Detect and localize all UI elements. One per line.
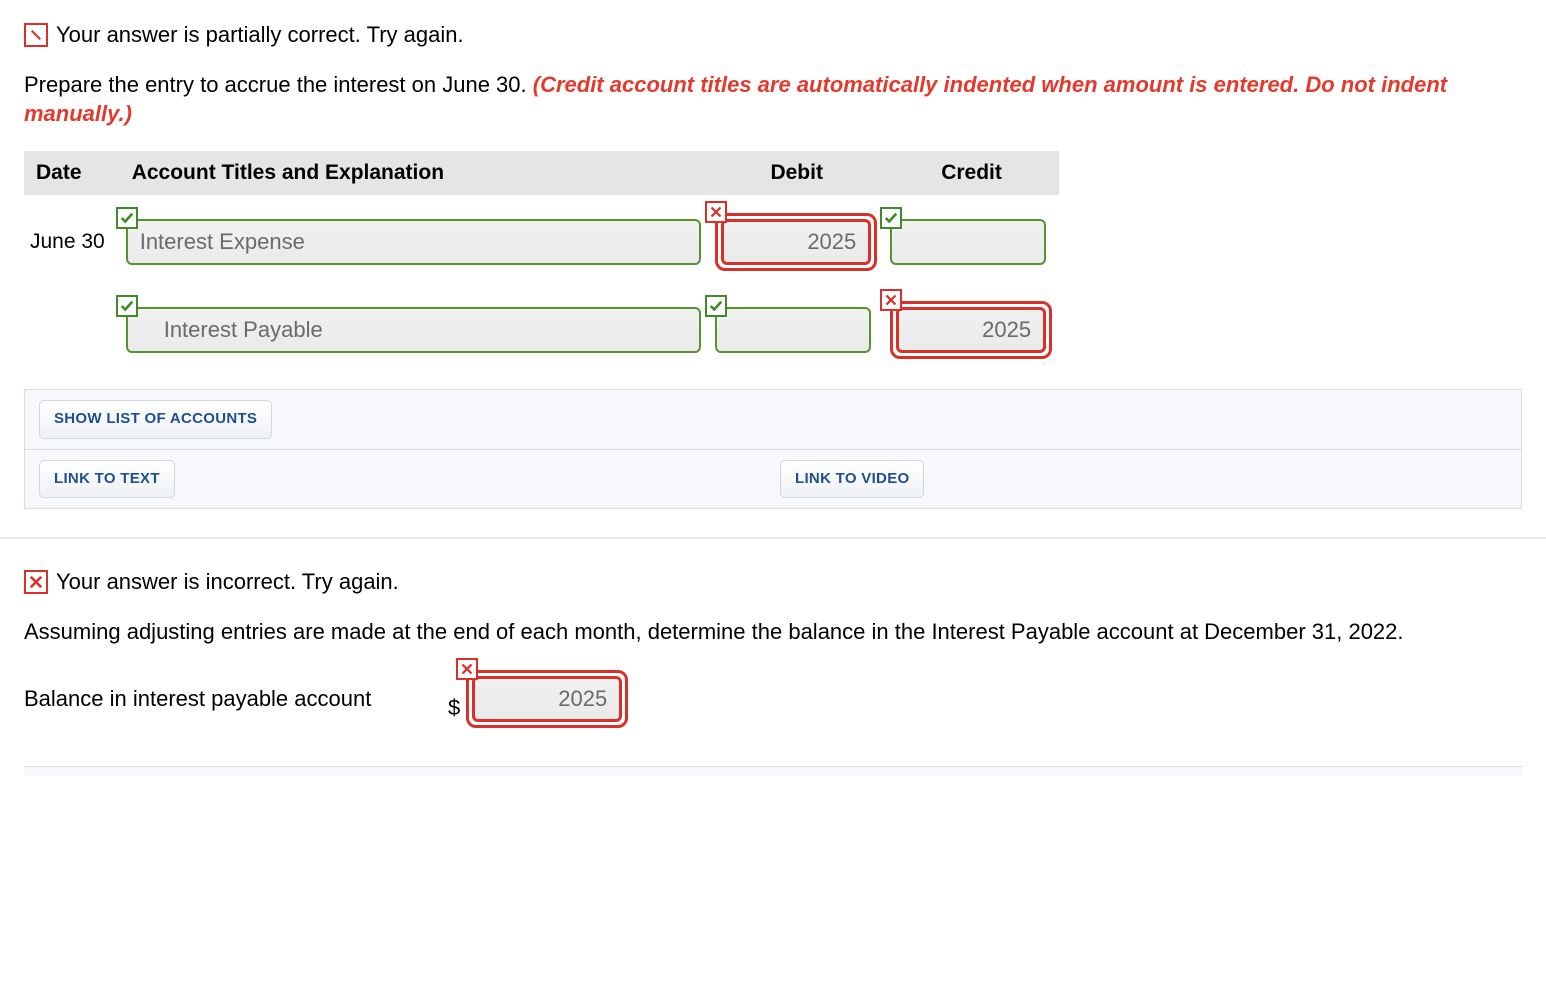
links-area: SHOW LIST OF ACCOUNTS LINK TO TEXT LINK …	[24, 389, 1522, 509]
question-prompt: Assuming adjusting entries are made at t…	[24, 617, 1522, 647]
check-icon	[880, 207, 902, 229]
account-title-input[interactable]	[126, 307, 701, 353]
date-cell: June 30	[24, 195, 120, 283]
col-date: Date	[24, 151, 120, 195]
feedback-line: Your answer is partially correct. Try ag…	[24, 20, 1522, 50]
account-title-input[interactable]	[126, 219, 701, 265]
col-credit: Credit	[884, 151, 1059, 195]
feedback-line: Your answer is incorrect. Try again.	[24, 567, 1522, 597]
col-account: Account Titles and Explanation	[120, 151, 710, 195]
section-divider	[0, 537, 1546, 539]
x-icon	[705, 201, 727, 223]
prompt-text: Prepare the entry to accrue the interest…	[24, 72, 533, 97]
feedback-text: Your answer is partially correct. Try ag…	[56, 20, 464, 50]
balance-label: Balance in interest payable account	[24, 684, 424, 714]
bottom-bar	[24, 766, 1522, 776]
balance-row: Balance in interest payable account $	[24, 670, 1522, 728]
journal-entry-table: Date Account Titles and Explanation Debi…	[24, 151, 1059, 371]
check-icon	[705, 295, 727, 317]
check-icon	[116, 207, 138, 229]
date-cell	[24, 283, 120, 371]
show-list-accounts-button[interactable]: SHOW LIST OF ACCOUNTS	[39, 400, 272, 438]
balance-input[interactable]	[472, 676, 622, 722]
table-row: June 30	[24, 195, 1059, 283]
feedback-text: Your answer is incorrect. Try again.	[56, 567, 399, 597]
credit-input[interactable]	[896, 307, 1046, 353]
x-icon	[880, 289, 902, 311]
partial-correct-icon	[24, 23, 48, 47]
link-to-video-button[interactable]: LINK TO VIDEO	[780, 460, 924, 498]
incorrect-icon	[24, 570, 48, 594]
credit-input[interactable]	[890, 219, 1046, 265]
x-icon	[456, 658, 478, 680]
debit-input[interactable]	[721, 219, 871, 265]
currency-symbol: $	[448, 693, 460, 723]
link-to-text-button[interactable]: LINK TO TEXT	[39, 460, 175, 498]
check-icon	[116, 295, 138, 317]
col-debit: Debit	[709, 151, 884, 195]
debit-input[interactable]	[715, 307, 871, 353]
section-incorrect: Your answer is incorrect. Try again. Ass…	[24, 567, 1522, 776]
question-prompt: Prepare the entry to accrue the interest…	[24, 70, 1522, 129]
section-partial-correct: Your answer is partially correct. Try ag…	[24, 20, 1522, 509]
table-row	[24, 283, 1059, 371]
